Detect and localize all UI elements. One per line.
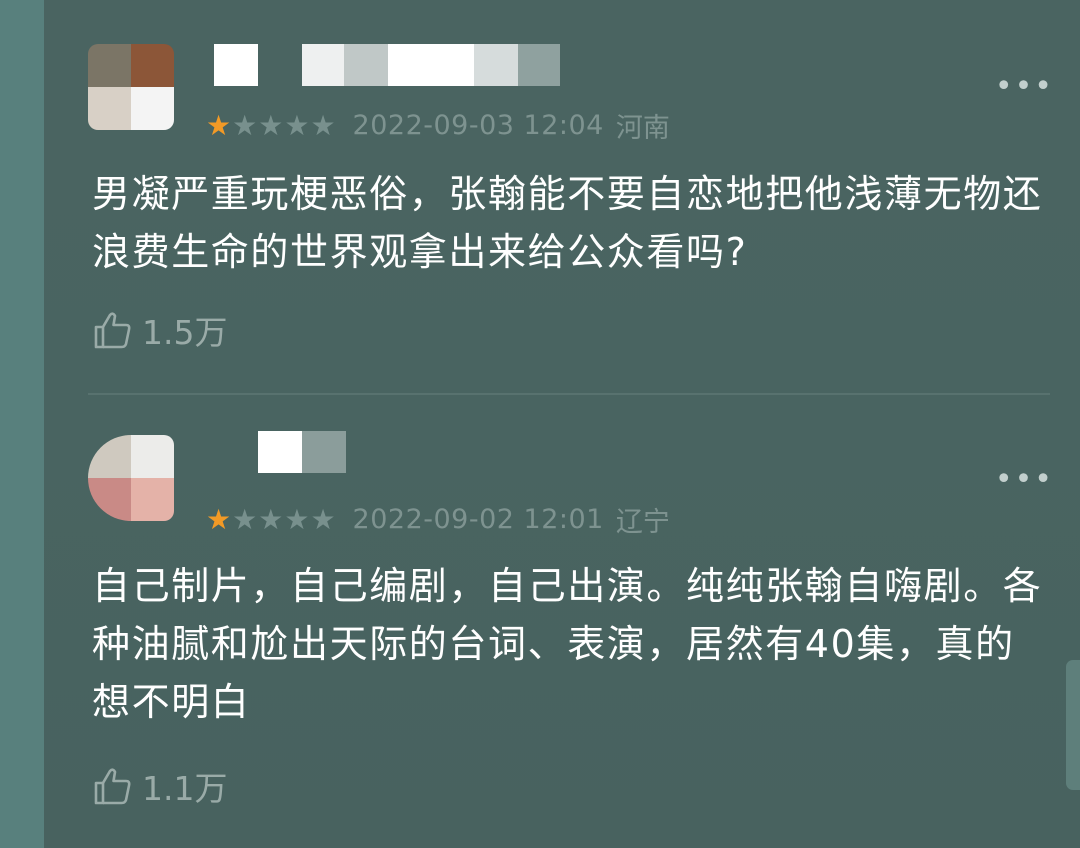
star-icon: ★ <box>284 108 310 142</box>
star-icon: ★ <box>284 502 310 536</box>
left-edge-strip <box>0 0 44 848</box>
comment-date: 2022-09-02 12:01 <box>352 504 604 535</box>
comment-meta: ★ ★ ★ ★ ★ 2022-09-03 12:04 河南 <box>206 106 670 145</box>
like-button[interactable]: 1.1万 <box>92 762 227 810</box>
comment-location: 河南 <box>615 113 670 144</box>
username-redacted[interactable] <box>214 44 560 86</box>
comment-item: ★ ★ ★ ★ ★ 2022-09-03 12:04 河南 ••• 男凝严重玩梗… <box>44 0 1080 395</box>
like-button[interactable]: 1.5万 <box>92 306 227 354</box>
like-count: 1.1万 <box>142 769 228 808</box>
username-redacted[interactable] <box>258 431 346 473</box>
star-icon: ★ <box>232 108 258 142</box>
comment-meta: ★ ★ ★ ★ ★ 2022-09-02 12:01 辽宁 <box>206 500 670 539</box>
avatar[interactable] <box>88 435 174 521</box>
star-icon: ★ <box>258 108 284 142</box>
star-icon: ★ <box>310 108 336 142</box>
star-icon: ★ <box>206 108 232 142</box>
star-icon: ★ <box>310 502 336 536</box>
star-icon: ★ <box>232 502 258 536</box>
star-rating: ★ ★ ★ ★ ★ <box>206 108 337 142</box>
comment-text: 男凝严重玩梗恶俗，张翰能不要自恋地把他浅薄无物还浪费生命的世界观拿出来给公众看吗… <box>92 172 1043 274</box>
thumbs-up-icon <box>94 768 131 805</box>
more-dots-icon[interactable]: ••• <box>995 72 1054 102</box>
comment-text: 自己制片，自己编剧，自己出演。纯纯张翰自嗨剧。各种油腻和尬出天际的台词、表演，居… <box>92 564 1043 724</box>
comment-location: 辽宁 <box>615 507 670 538</box>
more-dots-icon[interactable]: ••• <box>995 465 1054 495</box>
star-icon: ★ <box>206 502 232 536</box>
comment-date: 2022-09-03 12:04 <box>352 110 604 141</box>
thumbs-up-icon <box>94 312 131 349</box>
avatar[interactable] <box>88 44 174 130</box>
star-rating: ★ ★ ★ ★ ★ <box>206 502 337 536</box>
comment-item: ★ ★ ★ ★ ★ 2022-09-02 12:01 辽宁 ••• 自己制片，自… <box>44 395 1080 848</box>
star-icon: ★ <box>258 502 284 536</box>
like-count: 1.5万 <box>142 313 228 352</box>
